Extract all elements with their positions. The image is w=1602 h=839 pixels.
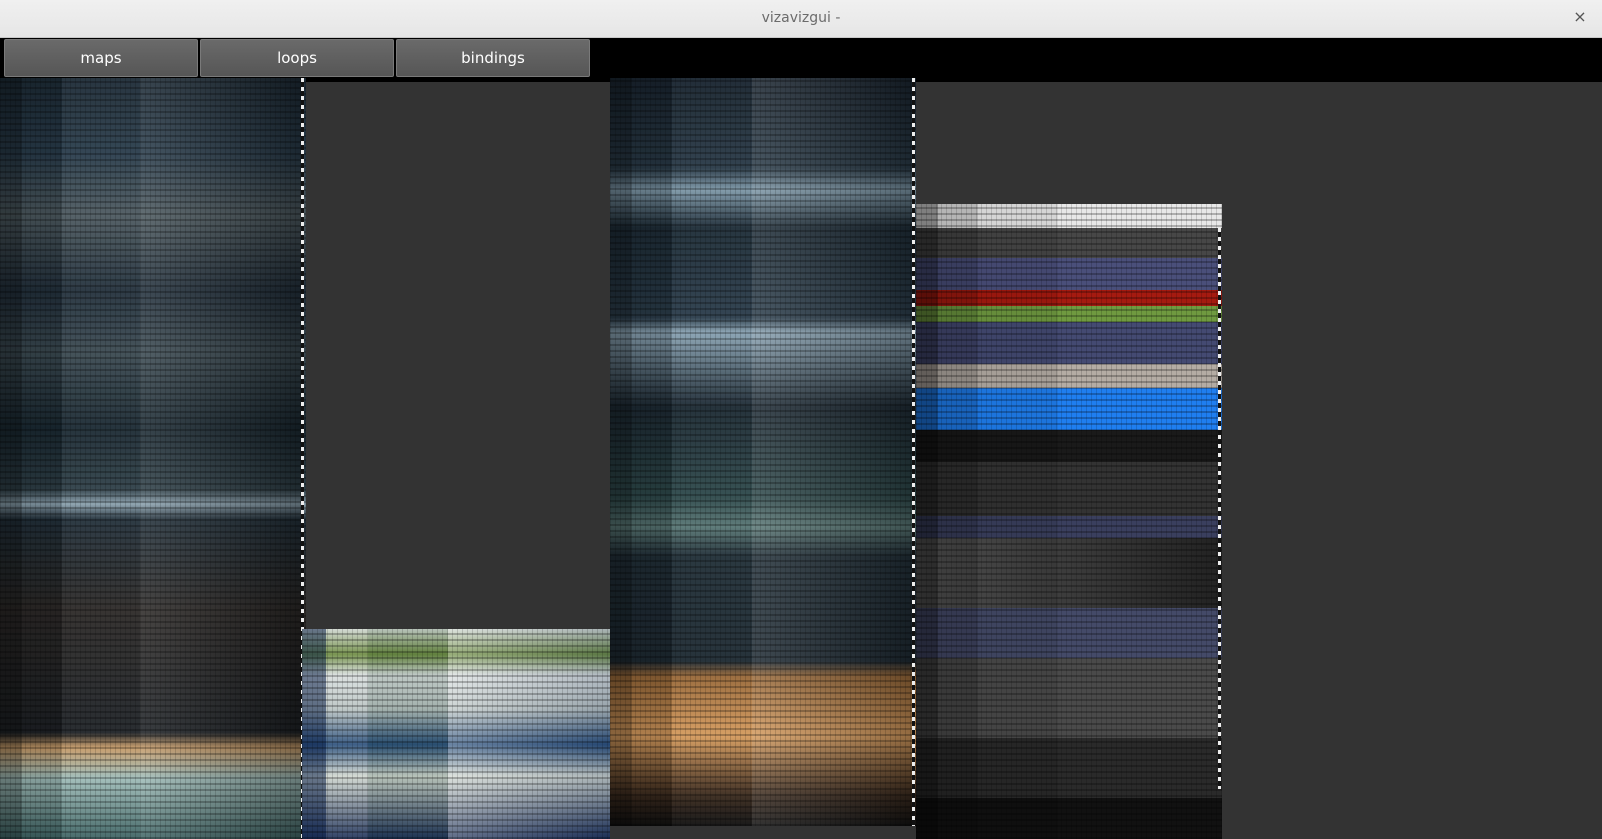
close-icon[interactable]: × xyxy=(1570,7,1590,27)
texture-noise xyxy=(916,204,1222,839)
texture-noise xyxy=(610,78,916,826)
window-title: vizavizgui - xyxy=(761,10,841,26)
strip-divider xyxy=(912,78,915,826)
tab-bindings[interactable]: bindings xyxy=(396,39,590,77)
top-black-band xyxy=(604,38,1602,82)
texture-noise xyxy=(302,629,610,839)
texture-panel-4 xyxy=(916,204,1222,839)
texture-panel-1 xyxy=(0,78,306,839)
tab-maps[interactable]: maps xyxy=(4,39,198,77)
window-titlebar: vizavizgui - × xyxy=(0,0,1602,38)
tab-bar: maps loops bindings xyxy=(4,39,592,78)
texture-noise xyxy=(0,78,306,839)
tab-loops[interactable]: loops xyxy=(200,39,394,77)
texture-panel-2 xyxy=(302,629,610,839)
texture-panel-3 xyxy=(610,78,916,826)
strip-divider xyxy=(1218,228,1221,789)
